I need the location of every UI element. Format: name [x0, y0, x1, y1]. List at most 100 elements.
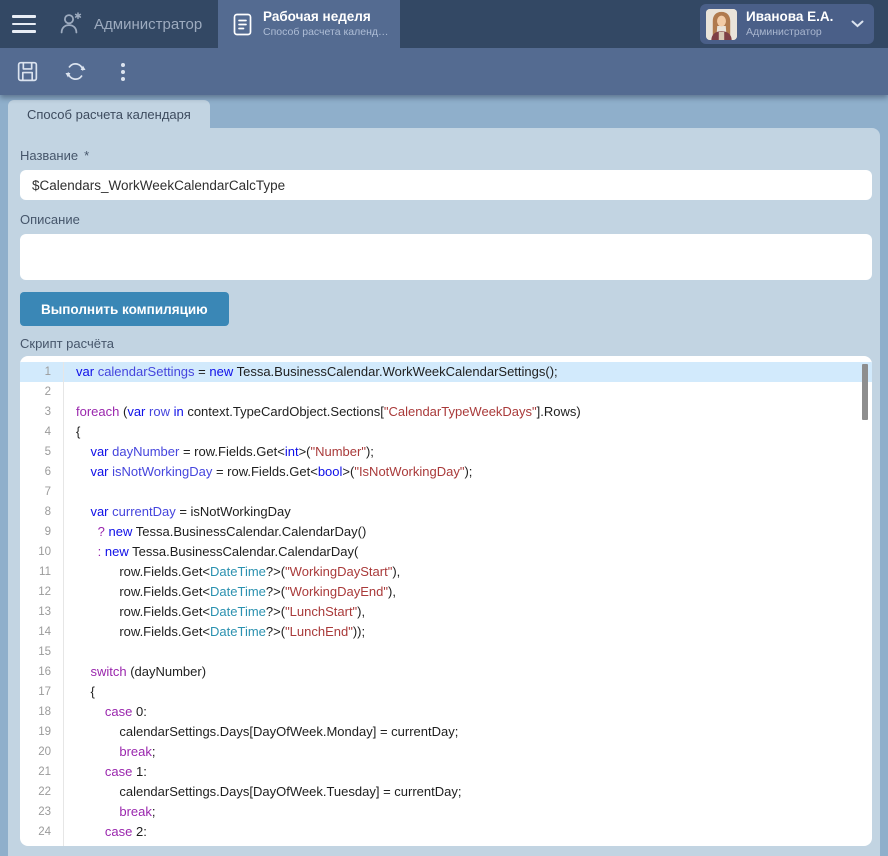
kebab-menu-icon — [121, 63, 125, 81]
code-line-text: case 1: — [64, 762, 147, 782]
line-number: 17 — [20, 682, 64, 702]
card-panel: Название* Описание Выполнить компиляцию … — [8, 128, 880, 856]
line-number: 15 — [20, 642, 64, 662]
code-line-text: calendarSettings.Days[DayOfWeek.Monday] … — [64, 722, 458, 742]
code-line[interactable]: 23 break; — [20, 802, 872, 822]
page-background: Способ расчета календаря Название* Описа… — [0, 95, 888, 856]
code-line-text: var isNotWorkingDay = row.Fields.Get<boo… — [64, 462, 472, 482]
code-line-text: : new Tessa.BusinessCalendar.CalendarDay… — [64, 542, 358, 562]
refresh-button[interactable] — [56, 53, 94, 91]
tab-subtitle: Способ расчета календ… — [263, 26, 389, 39]
avatar — [706, 9, 737, 40]
code-line-text: { — [64, 422, 80, 442]
line-number: 14 — [20, 622, 64, 642]
description-label: Описание — [20, 212, 872, 228]
line-number: 4 — [20, 422, 64, 442]
line-number: 13 — [20, 602, 64, 622]
user-star-icon — [58, 11, 84, 37]
line-number: 7 — [20, 482, 64, 502]
code-line-text: case 0: — [64, 702, 147, 722]
code-line[interactable]: 2 — [20, 382, 872, 402]
line-number: 20 — [20, 742, 64, 762]
code-line-text — [64, 642, 76, 662]
line-number: 11 — [20, 562, 64, 582]
line-number: 12 — [20, 582, 64, 602]
code-line[interactable]: 19 calendarSettings.Days[DayOfWeek.Monda… — [20, 722, 872, 742]
code-line[interactable]: 12 row.Fields.Get<DateTime?>("WorkingDay… — [20, 582, 872, 602]
user-menu[interactable]: Иванова Е.А. Администратор — [700, 4, 874, 44]
code-line[interactable]: 11 row.Fields.Get<DateTime?>("WorkingDay… — [20, 562, 872, 582]
line-number: 24 — [20, 822, 64, 842]
tab-calc-method[interactable]: Способ расчета календаря — [8, 100, 210, 128]
required-asterisk: * — [84, 148, 89, 163]
line-number: 10 — [20, 542, 64, 562]
code-line[interactable]: 13 row.Fields.Get<DateTime?>("LunchStart… — [20, 602, 872, 622]
code-line[interactable]: 5 var dayNumber = row.Fields.Get<int>("N… — [20, 442, 872, 462]
code-line[interactable]: 8 var currentDay = isNotWorkingDay — [20, 502, 872, 522]
line-number: 19 — [20, 722, 64, 742]
line-number: 23 — [20, 802, 64, 822]
line-number: 25 — [20, 842, 64, 846]
code-line[interactable]: 16 switch (dayNumber) — [20, 662, 872, 682]
hamburger-menu-button[interactable] — [12, 13, 38, 35]
line-number: 16 — [20, 662, 64, 682]
code-line-text: calendarSettings.Days[DayOfWeek.Wednesda… — [64, 842, 481, 846]
code-line[interactable]: 21 case 1: — [20, 762, 872, 782]
code-line[interactable]: 17 { — [20, 682, 872, 702]
line-number: 6 — [20, 462, 64, 482]
line-number: 1 — [20, 362, 64, 382]
line-number: 3 — [20, 402, 64, 422]
code-line[interactable]: 15 — [20, 642, 872, 662]
code-line[interactable]: 7 — [20, 482, 872, 502]
code-line-text: ? new Tessa.BusinessCalendar.CalendarDay… — [64, 522, 366, 542]
code-line-text: break; — [64, 802, 156, 822]
code-line[interactable]: 24 case 2: — [20, 822, 872, 842]
name-input[interactable] — [20, 170, 872, 200]
code-line-text — [64, 382, 76, 402]
code-line-text: case 2: — [64, 822, 147, 842]
document-icon — [232, 12, 253, 37]
editor-vertical-scrollbar[interactable] — [862, 364, 868, 420]
line-number: 8 — [20, 502, 64, 522]
line-number: 9 — [20, 522, 64, 542]
description-input[interactable] — [20, 234, 872, 280]
save-button[interactable] — [8, 53, 46, 91]
compile-button[interactable]: Выполнить компиляцию — [20, 292, 229, 326]
user-name: Иванова Е.А. — [746, 9, 842, 26]
code-line[interactable]: 10 : new Tessa.BusinessCalendar.Calendar… — [20, 542, 872, 562]
top-bar: Администратор Рабочая неделя Способ расч… — [0, 0, 888, 48]
code-line-text: calendarSettings.Days[DayOfWeek.Tuesday]… — [64, 782, 461, 802]
line-number: 2 — [20, 382, 64, 402]
code-line-text: row.Fields.Get<DateTime?>("LunchStart"), — [64, 602, 365, 622]
code-line-text: row.Fields.Get<DateTime?>("WorkingDaySta… — [64, 562, 400, 582]
card-toolbar — [0, 48, 888, 95]
code-line-text: { — [64, 682, 95, 702]
line-number: 22 — [20, 782, 64, 802]
line-number: 5 — [20, 442, 64, 462]
tab-working-week[interactable]: Рабочая неделя Способ расчета календ… — [218, 0, 400, 48]
code-line[interactable]: 25 calendarSettings.Days[DayOfWeek.Wedne… — [20, 842, 872, 846]
code-line[interactable]: 4{ — [20, 422, 872, 442]
chevron-down-icon — [851, 20, 864, 28]
code-line[interactable]: 9 ? new Tessa.BusinessCalendar.CalendarD… — [20, 522, 872, 542]
code-line[interactable]: 1var calendarSettings = new Tessa.Busine… — [20, 362, 872, 382]
code-line-text: var dayNumber = row.Fields.Get<int>("Num… — [64, 442, 374, 462]
script-label: Скрипт расчёта — [20, 336, 872, 352]
code-lines: 1var calendarSettings = new Tessa.Busine… — [20, 362, 872, 846]
code-line[interactable]: 22 calendarSettings.Days[DayOfWeek.Tuesd… — [20, 782, 872, 802]
line-number: 18 — [20, 702, 64, 722]
code-editor[interactable]: 1var calendarSettings = new Tessa.Busine… — [20, 356, 872, 846]
code-line[interactable]: 6 var isNotWorkingDay = row.Fields.Get<b… — [20, 462, 872, 482]
more-actions-button[interactable] — [104, 53, 142, 91]
code-line-text: row.Fields.Get<DateTime?>("LunchEnd")); — [64, 622, 365, 642]
code-line[interactable]: 18 case 0: — [20, 702, 872, 722]
code-line[interactable]: 14 row.Fields.Get<DateTime?>("LunchEnd")… — [20, 622, 872, 642]
nav-item-administrator[interactable]: Администратор — [58, 0, 202, 48]
code-line-text — [64, 482, 76, 502]
code-line-text: foreach (var row in context.TypeCardObje… — [64, 402, 581, 422]
code-line[interactable]: 20 break; — [20, 742, 872, 762]
code-line-text: row.Fields.Get<DateTime?>("WorkingDayEnd… — [64, 582, 396, 602]
code-line-text: var calendarSettings = new Tessa.Busines… — [64, 362, 558, 382]
code-line[interactable]: 3foreach (var row in context.TypeCardObj… — [20, 402, 872, 422]
code-line-text: break; — [64, 742, 156, 762]
